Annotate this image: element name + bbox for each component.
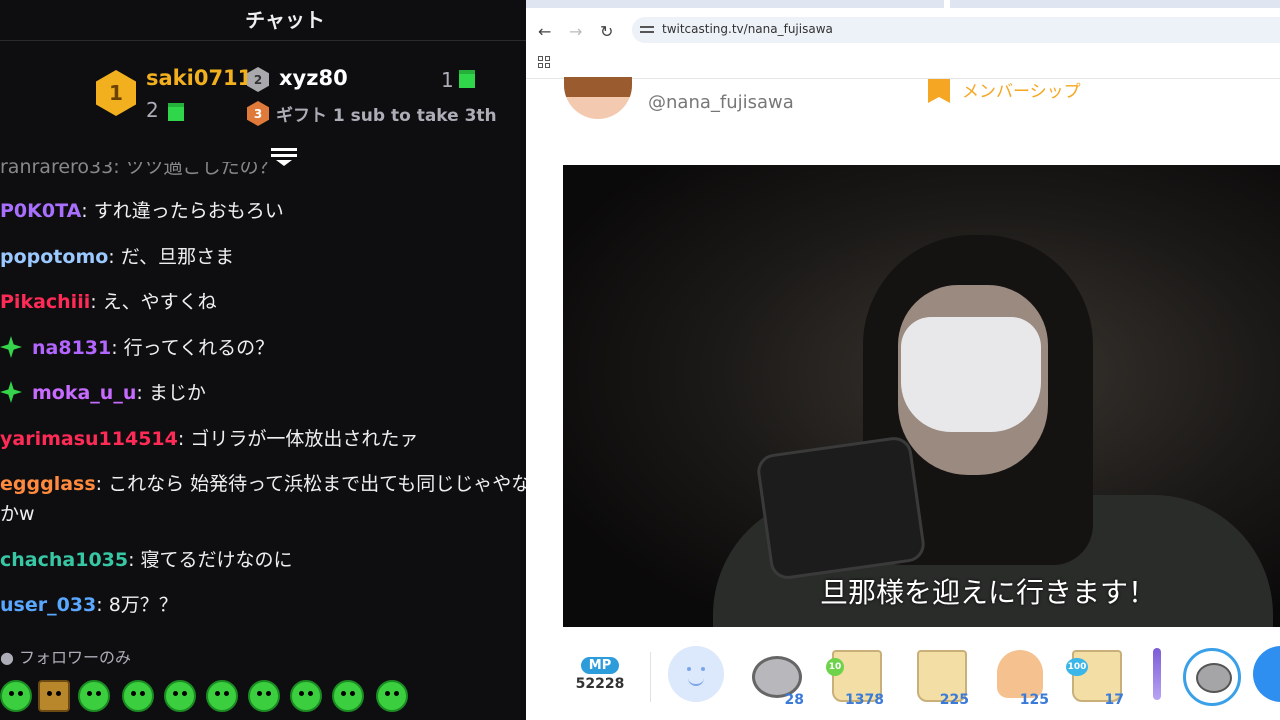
chat-text: : 寝てるだけなのに: [128, 549, 293, 571]
emote-bar: [0, 676, 526, 716]
mouse-cursor-icon: [944, 0, 950, 12]
chat-message: user_033: 8万？？: [0, 590, 178, 620]
mp-badge: MP: [580, 657, 620, 674]
chat-text: かw: [0, 503, 35, 525]
smiley-icon[interactable]: [668, 646, 724, 702]
chat-username[interactable]: yarimasu114514: [0, 428, 178, 450]
url-text: twitcasting.tv/nana_fujisawa: [662, 22, 833, 36]
chat-username[interactable]: eggglass: [0, 473, 96, 495]
back-icon[interactable]: ←: [538, 22, 551, 41]
profile-header: @nana_fujisawa メンバーシップ: [526, 77, 1280, 139]
chat-message: yarimasu114514: ゴリラが一体放出されたァ: [0, 424, 418, 454]
rank-3-badge: 3: [247, 101, 269, 126]
chat-username[interactable]: chacha1035: [0, 549, 128, 571]
chat-message: chacha1035: 寝てるだけなのに: [0, 545, 293, 575]
tab-strip: [526, 0, 1280, 8]
reload-icon[interactable]: ↻: [600, 22, 613, 41]
site-settings-icon[interactable]: [640, 23, 654, 35]
chat-username[interactable]: Pikachiii: [0, 291, 90, 313]
membership-button[interactable]: メンバーシップ: [928, 77, 1081, 103]
membership-ribbon-icon: [928, 79, 950, 103]
chat-message: eggglass: これなら 始発待って浜松まで出ても同じじゃやな: [0, 469, 526, 499]
chat-text: : ゴリラが一体放出されたァ: [177, 428, 419, 450]
chat-text: : え、やすくね: [90, 291, 217, 313]
emote-icon[interactable]: [164, 680, 196, 712]
gift-item-clap[interactable]: 125: [991, 646, 1051, 708]
browser-window: ← → ↻ twitcasting.tv/nana_fujisawa @nana…: [526, 0, 1280, 720]
emote-icon[interactable]: [206, 680, 238, 712]
address-bar: ← → ↻ twitcasting.tv/nana_fujisawa: [526, 8, 1280, 50]
leader-2-name[interactable]: xyz80: [279, 66, 348, 90]
chat-message: moka_u_u: まじか: [0, 378, 206, 408]
gift-send-button[interactable]: [1253, 646, 1280, 702]
chat-username[interactable]: moka_u_u: [32, 382, 136, 404]
gift-item-cup-10[interactable]: 10 1378: [826, 646, 886, 708]
forward-icon[interactable]: →: [569, 22, 582, 41]
chat-text: : だ、旦那さま: [108, 246, 235, 268]
gift-item-cup[interactable]: 225: [911, 646, 971, 708]
chat-message: Pikachiii: え、やすくね: [0, 287, 217, 317]
chat-text: : すれ違ったらおもろい: [81, 200, 284, 222]
rank-1-badge: 1: [96, 70, 136, 116]
emote-icon[interactable]: [332, 680, 364, 712]
emote-icon[interactable]: [0, 680, 32, 712]
emote-icon[interactable]: [78, 680, 110, 712]
leader-2-count: 1: [441, 68, 454, 92]
chat-title: チャット: [245, 8, 325, 32]
profile-handle: @nana_fujisawa: [648, 92, 794, 113]
chat-message-partial: ranrarero33: ツツ過ごしたの？: [0, 156, 278, 178]
rank-3-gift-info: ギフト 1 sub to take 3th: [276, 106, 497, 126]
divider: [650, 652, 651, 702]
gift-icon: [459, 70, 475, 88]
followers-only-label: ● フォロワーのみ: [0, 648, 132, 667]
sparkle-icon: [0, 381, 22, 403]
chat-username[interactable]: P0K0TA: [0, 200, 81, 222]
chat-message: popotomo: だ、旦那さま: [0, 242, 234, 272]
emote-icon[interactable]: [248, 680, 280, 712]
emote-icon[interactable]: [38, 680, 70, 712]
leader-1-name[interactable]: saki0711: [146, 66, 252, 90]
chat-message: na8131: 行ってくれるの？: [0, 333, 274, 363]
avatar[interactable]: [564, 77, 632, 119]
mp-balance[interactable]: MP 52228: [574, 654, 626, 692]
apps-grid-icon[interactable]: [538, 56, 550, 68]
chat-message: P0K0TA: すれ違ったらおもろい: [0, 196, 284, 226]
leader-1-count: 2: [146, 98, 159, 122]
sparkle-icon: [0, 336, 22, 358]
chat-text: : まじか: [136, 382, 206, 404]
url-field[interactable]: twitcasting.tv/nana_fujisawa: [632, 17, 1280, 43]
chat-text: : 行ってくれるの？: [111, 337, 275, 359]
emote-icon[interactable]: [122, 680, 154, 712]
mp-value: 52228: [575, 676, 625, 692]
chat-header: チャット: [0, 0, 526, 41]
chat-text: : 8万？？: [96, 594, 178, 616]
video-player[interactable]: 旦那様を迎えに行きます！: [563, 165, 1280, 627]
video-subtitle: 旦那様を迎えに行きます！: [819, 576, 1156, 609]
clapping-hands-icon: [997, 650, 1043, 698]
gift-item-partial[interactable]: [1153, 648, 1161, 700]
chat-panel: チャット 1 saki0711 2 2 xyz80 1 3 ギフト 1 sub …: [0, 0, 526, 720]
emote-icon[interactable]: [290, 680, 322, 712]
chat-message-continued: かw: [0, 499, 35, 529]
chat-username[interactable]: popotomo: [0, 246, 108, 268]
gift-icon: [168, 103, 184, 121]
chat-text: : これなら 始発待って浜松まで出ても同じじゃやな: [95, 473, 526, 495]
chat-username[interactable]: user_033: [0, 594, 96, 616]
gift-bar: MP 52228 28 10 1378 225 125 100 17: [526, 640, 1280, 720]
gift-item-coin[interactable]: 28: [746, 646, 806, 708]
emote-icon[interactable]: [376, 680, 408, 712]
gift-item-cup-100[interactable]: 100 17: [1066, 646, 1126, 708]
coin-ring-icon[interactable]: [1183, 648, 1241, 706]
chat-username[interactable]: na8131: [32, 337, 111, 359]
